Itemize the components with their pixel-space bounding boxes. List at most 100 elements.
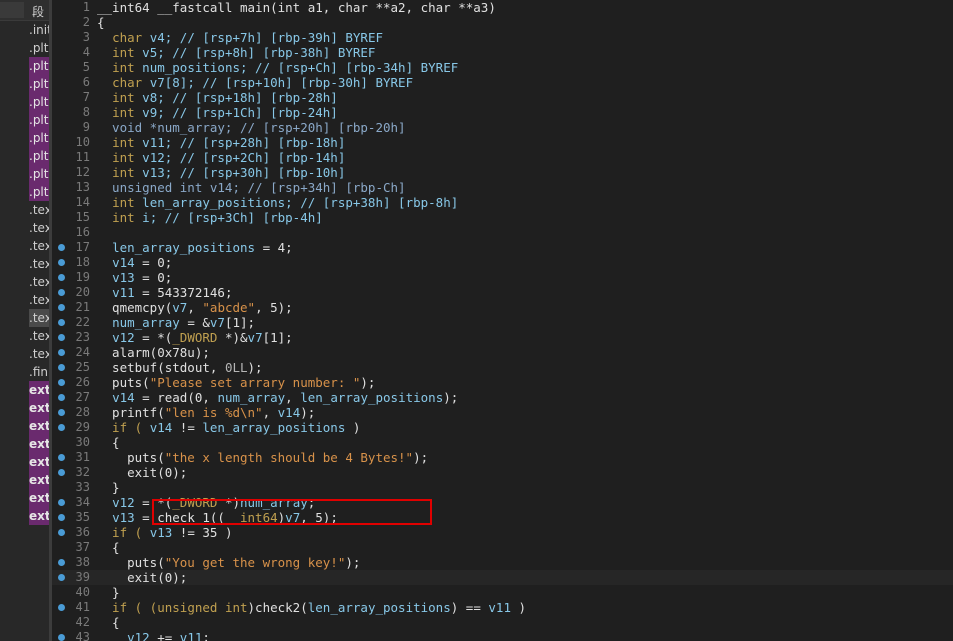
code-line[interactable]: 14 int len_array_positions; // [rsp+38h]… (52, 195, 953, 210)
code-line[interactable]: 39 exit(0); (52, 570, 953, 585)
code-line[interactable]: 31 puts("the x length should be 4 Bytes!… (52, 450, 953, 465)
segment-row[interactable]: .text (0, 309, 49, 327)
segment-row[interactable]: extern (0, 489, 49, 507)
breakpoint-dot-icon[interactable] (58, 529, 65, 536)
code-line[interactable]: 37 { (52, 540, 953, 555)
segment-row[interactable]: .text (0, 273, 49, 291)
segments-header[interactable]: 段 (0, 0, 49, 21)
breakpoint-dot-icon[interactable] (58, 454, 65, 461)
code-line[interactable]: 6 char v7[8]; // [rsp+10h] [rbp-30h] BYR… (52, 75, 953, 90)
code-line[interactable]: 11 int v12; // [rsp+2Ch] [rbp-14h] (52, 150, 953, 165)
segment-row[interactable]: .text (0, 255, 49, 273)
code-line[interactable]: 43 v12 += v11; (52, 630, 953, 641)
code-line[interactable]: 20 v11 = 543372146; (52, 285, 953, 300)
segment-row[interactable]: .plt (0, 129, 49, 147)
code-line[interactable]: 30 { (52, 435, 953, 450)
breakpoint-dot-icon[interactable] (58, 334, 65, 341)
breakpoint-dot-icon[interactable] (58, 319, 65, 326)
breakpoint-dot-icon[interactable] (58, 274, 65, 281)
segment-row[interactable]: .plt (0, 165, 49, 183)
code-line[interactable]: 24 alarm(0x78u); (52, 345, 953, 360)
code-line[interactable]: 25 setbuf(stdout, 0LL); (52, 360, 953, 375)
code-line[interactable]: 18 v14 = 0; (52, 255, 953, 270)
segment-row[interactable]: .plt (0, 183, 49, 201)
segment-row[interactable]: .plt (0, 147, 49, 165)
segment-row[interactable]: .plt (0, 75, 49, 93)
code-line[interactable]: 36 if ( v13 != 35 ) (52, 525, 953, 540)
code-line[interactable]: 10 int v11; // [rsp+28h] [rbp-18h] (52, 135, 953, 150)
breakpoint-dot-icon[interactable] (58, 349, 65, 356)
segment-row[interactable]: extern (0, 453, 49, 471)
code-line[interactable]: 12 int v13; // [rsp+30h] [rbp-10h] (52, 165, 953, 180)
code-line[interactable]: 35 v13 = check_1((__int64)v7, 5); (52, 510, 953, 525)
segment-row[interactable]: .plt (0, 57, 49, 75)
breakpoint-dot-icon[interactable] (58, 394, 65, 401)
breakpoint-dot-icon[interactable] (58, 634, 65, 641)
segment-row[interactable]: .init (0, 21, 49, 39)
breakpoint-dot-icon[interactable] (58, 574, 65, 581)
code-line[interactable]: 2{ (52, 15, 953, 30)
breakpoint-dot-icon[interactable] (58, 289, 65, 296)
segment-row[interactable]: extern (0, 417, 49, 435)
segment-row[interactable]: .fini (0, 363, 49, 381)
segment-row[interactable]: .plt (0, 111, 49, 129)
code-token: , 5); (300, 510, 338, 525)
breakpoint-dot-icon[interactable] (58, 559, 65, 566)
code-line[interactable]: 22 num_array = &v7[1]; (52, 315, 953, 330)
segment-row[interactable]: extern (0, 381, 49, 399)
code-line[interactable]: 3 char v4; // [rsp+7h] [rbp-39h] BYREF (52, 30, 953, 45)
segment-row[interactable]: .text (0, 345, 49, 363)
code-line[interactable]: 28 printf("len is %d\n", v14); (52, 405, 953, 420)
code-line[interactable]: 29 if ( v14 != len_array_positions ) (52, 420, 953, 435)
segment-row[interactable]: extern (0, 435, 49, 453)
code-line[interactable]: 34 v12 = *(_DWORD *)num_array; (52, 495, 953, 510)
segment-row[interactable]: extern (0, 399, 49, 417)
breakpoint-dot-icon[interactable] (58, 424, 65, 431)
segment-row[interactable]: .text (0, 201, 49, 219)
code-line[interactable]: 33 } (52, 480, 953, 495)
code-line[interactable]: 17 len_array_positions = 4; (52, 240, 953, 255)
segment-label: .text (29, 293, 49, 307)
breakpoint-dot-icon[interactable] (58, 259, 65, 266)
code-line[interactable]: 23 v12 = *(_DWORD *)&v7[1]; (52, 330, 953, 345)
breakpoint-dot-icon[interactable] (58, 514, 65, 521)
code-line[interactable]: 16 (52, 225, 953, 240)
segment-row[interactable]: .plt (0, 93, 49, 111)
code-line[interactable]: 26 puts("Please set arrary number: "); (52, 375, 953, 390)
code-line[interactable]: 38 puts("You get the wrong key!"); (52, 555, 953, 570)
breakpoint-dot-icon[interactable] (58, 499, 65, 506)
code-token: v13 (112, 510, 135, 525)
code-line[interactable]: 7 int v8; // [rsp+18h] [rbp-28h] (52, 90, 953, 105)
code-line[interactable]: 19 v13 = 0; (52, 270, 953, 285)
code-line[interactable]: 27 v14 = read(0, num_array, len_array_po… (52, 390, 953, 405)
breakpoint-dot-icon[interactable] (58, 379, 65, 386)
breakpoint-dot-icon[interactable] (58, 304, 65, 311)
segment-row[interactable]: extern (0, 507, 49, 525)
code-line[interactable]: 32 exit(0); (52, 465, 953, 480)
segment-row[interactable]: extern (0, 471, 49, 489)
segment-row[interactable]: .text (0, 327, 49, 345)
code-line[interactable]: 5 int num_positions; // [rsp+Ch] [rbp-34… (52, 60, 953, 75)
segment-row[interactable]: .text (0, 237, 49, 255)
breakpoint-dot-icon[interactable] (58, 244, 65, 251)
segment-row[interactable]: .text (0, 219, 49, 237)
pseudocode-view[interactable]: 1 __int64 __fastcall main(int a1, char **… (52, 0, 953, 641)
code-line[interactable]: 21 qmemcpy(v7, "abcde", 5); (52, 300, 953, 315)
code-line[interactable]: 4 int v5; // [rsp+8h] [rbp-38h] BYREF (52, 45, 953, 60)
code-token: v14 (277, 405, 301, 420)
breakpoint-dot-icon[interactable] (58, 364, 65, 371)
code-line[interactable]: 42 { (52, 615, 953, 630)
code-line[interactable]: 1 __int64 __fastcall main(int a1, char **… (52, 0, 953, 15)
code-line[interactable]: 15 int i; // [rsp+3Ch] [rbp-4h] (52, 210, 953, 225)
segment-row[interactable]: .text (0, 291, 49, 309)
breakpoint-dot-icon[interactable] (58, 409, 65, 416)
breakpoint-dot-icon[interactable] (58, 604, 65, 611)
code-line[interactable]: 8 int v9; // [rsp+1Ch] [rbp-24h] (52, 105, 953, 120)
code-line[interactable]: 13 unsigned int v14; // [rsp+34h] [rbp-C… (52, 180, 953, 195)
code-line[interactable]: 41 if ( (unsigned int)check2(len_array_p… (52, 600, 953, 615)
breakpoint-dot-icon[interactable] (58, 469, 65, 476)
code-text: puts("You get the wrong key!"); (97, 555, 360, 570)
code-line[interactable]: 9 void *num_array; // [rsp+20h] [rbp-20h… (52, 120, 953, 135)
code-line[interactable]: 40 } (52, 585, 953, 600)
segment-row[interactable]: .plt (0, 39, 49, 57)
